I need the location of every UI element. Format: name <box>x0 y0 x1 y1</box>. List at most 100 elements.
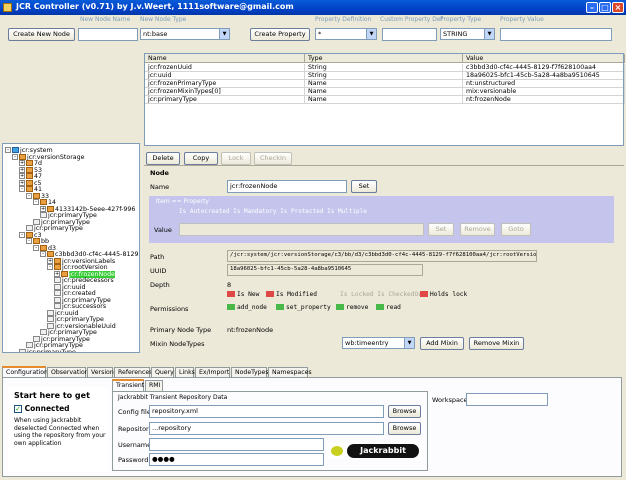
tree-node[interactable]: jcr:primaryType <box>19 348 76 352</box>
node-name-input[interactable]: jcr:frozenNode <box>227 180 347 193</box>
config-file-input[interactable]: repository.xml <box>149 405 384 418</box>
property-icon <box>47 309 54 316</box>
collapse-icon[interactable]: - <box>47 264 53 270</box>
create-property-button[interactable]: Create Property <box>250 28 310 41</box>
maximize-icon[interactable]: □ <box>599 2 611 13</box>
tab-transient[interactable]: Transient <box>112 379 144 391</box>
chevron-down-icon[interactable]: ▼ <box>484 29 494 39</box>
property-icon <box>54 290 61 296</box>
table-row[interactable]: jcr:primaryType Name nt:frozenNode <box>145 96 625 104</box>
browse-config-button[interactable]: Browse <box>388 405 421 418</box>
chevron-down-icon[interactable]: ▼ <box>404 338 414 348</box>
password-input[interactable]: ●●●● <box>149 453 324 466</box>
flag-holds-lock: Holds lock <box>420 291 467 298</box>
remove-mixin-button[interactable]: Remove Mixin <box>469 337 524 350</box>
table-cell: jcr:primaryType <box>145 96 305 104</box>
minimize-icon[interactable]: – <box>586 2 598 13</box>
folder-icon <box>26 173 33 179</box>
flag-is-new-label: Is New <box>237 291 260 298</box>
collapse-icon[interactable]: - <box>26 192 32 199</box>
table-row[interactable]: jcr:frozenUuid String c3bbd3d0-cf4c-4445-8… <box>145 64 625 72</box>
column-header-value[interactable]: Value <box>463 54 625 63</box>
table-cell: jcr:uuid <box>145 72 305 80</box>
connected-label: Connected <box>24 404 70 413</box>
tab-rmi[interactable]: RMI <box>145 380 163 391</box>
custom-property-def-input[interactable] <box>382 28 437 41</box>
property-definition-select[interactable]: * ▼ <box>315 28 377 40</box>
goto-button[interactable]: Goto <box>501 223 531 236</box>
password-label: Password <box>118 456 149 464</box>
new-node-type-select[interactable]: nt:base ▼ <box>140 28 230 40</box>
property-table[interactable]: Name Type Value jcr:frozenUuid String c3bb… <box>144 53 625 146</box>
property-value-field[interactable] <box>179 223 424 236</box>
collapse-icon[interactable]: - <box>5 147 11 153</box>
delete-button[interactable]: Delete <box>146 152 180 165</box>
expand-icon[interactable]: + <box>54 270 60 277</box>
permissions-label: Permissions <box>150 305 189 313</box>
expand-icon[interactable]: + <box>47 257 53 264</box>
column-header-type[interactable]: Type <box>305 54 463 63</box>
close-icon[interactable]: × <box>612 2 624 13</box>
property-type-select[interactable]: STRING ▼ <box>440 28 495 40</box>
collapse-icon[interactable]: - <box>40 251 46 257</box>
browse-repository-button[interactable]: Browse <box>388 422 421 435</box>
connected-checkbox[interactable]: ✓ Connected <box>14 404 70 413</box>
value-set-button[interactable]: Set <box>428 223 454 236</box>
expand-icon[interactable]: + <box>19 166 25 173</box>
collapse-icon[interactable]: - <box>33 244 39 251</box>
table-cell: 18a96025-bfc1-45cb-5a28-4a8ba9510645 <box>463 72 625 80</box>
workspace-input[interactable] <box>466 393 548 406</box>
chevron-down-icon[interactable]: ▼ <box>366 29 376 39</box>
table-cell: Name <box>305 96 463 104</box>
table-row[interactable]: jcr:uuid String 18a96025-bfc1-45cb-5a28-4a… <box>145 72 625 80</box>
remove-value-button[interactable]: Remove <box>460 223 495 236</box>
table-cell: c3bbd3d0-cf4c-4445-8129-f7f628100aa4 <box>463 64 625 72</box>
uuid-field[interactable]: 18a96025-bfc1-45cb-5a28-4a8ba9510645 <box>227 264 423 276</box>
expand-icon[interactable]: + <box>19 160 25 166</box>
repository-section-title: Jackrabbit Transient Repository Data <box>118 394 228 401</box>
repository-tab-bar: Transient RMI <box>112 379 412 391</box>
collapse-icon[interactable]: - <box>33 199 39 205</box>
username-input[interactable] <box>149 438 324 451</box>
new-node-name-input[interactable] <box>78 28 138 41</box>
collapse-icon[interactable]: - <box>12 153 18 160</box>
collapse-icon[interactable]: - <box>19 231 25 238</box>
property-icon <box>40 212 47 218</box>
expand-icon[interactable]: + <box>40 205 46 212</box>
column-header-name[interactable]: Name <box>145 54 305 63</box>
depth-label: Depth <box>150 281 170 289</box>
property-icon <box>19 348 26 352</box>
property-value-input[interactable] <box>500 28 612 41</box>
permission-granted-icon <box>276 304 284 310</box>
mixin-select[interactable]: wb:timeentry ▼ <box>342 337 415 349</box>
copy-button[interactable]: Copy <box>184 152 218 165</box>
add-mixin-button[interactable]: Add Mixin <box>420 337 464 350</box>
permission-granted-icon <box>227 304 235 310</box>
expand-icon[interactable]: + <box>19 179 25 186</box>
property-icon <box>33 335 40 342</box>
repository-input[interactable]: ...repository <box>149 422 384 435</box>
table-cell: String <box>305 64 463 72</box>
new-node-type-label: New Node Type <box>140 16 187 23</box>
new-node-name-label: New Node Name <box>80 16 131 23</box>
checkin-button[interactable]: CheckIn <box>254 152 292 165</box>
table-row[interactable]: jcr:frozenMixinTypes[0] Name mix:versionab… <box>145 88 625 96</box>
expand-icon[interactable]: + <box>19 173 25 179</box>
start-title: Start here to get <box>14 391 90 400</box>
permission-granted-icon <box>336 304 344 310</box>
collapse-icon[interactable]: - <box>26 238 32 244</box>
flag-is-locked: Is Locked Is CheckedOut <box>340 291 426 298</box>
checkbox-checked-icon[interactable]: ✓ <box>14 405 22 413</box>
jackrabbit-logo-text: Jackrabbit <box>347 444 419 458</box>
collapse-icon[interactable]: - <box>19 186 25 192</box>
node-tree[interactable]: - jcr:system - jcr:versionStorage +7d +53 +47 +… <box>2 143 140 353</box>
create-new-node-button[interactable]: Create New Node <box>8 28 75 41</box>
set-name-button[interactable]: Set <box>351 180 377 193</box>
table-cell: mix:versionable <box>463 88 625 96</box>
table-row[interactable]: jcr:frozenPrimaryType Name nt:unstructured <box>145 80 625 88</box>
new-node-type-value: nt:base <box>143 30 168 38</box>
chevron-down-icon[interactable]: ▼ <box>219 29 229 39</box>
lock-button[interactable]: Lock <box>221 152 251 165</box>
folder-icon <box>47 205 54 212</box>
path-field[interactable]: /jcr:system/jcr:versionStorage/c3/bb/d3/… <box>227 250 537 262</box>
